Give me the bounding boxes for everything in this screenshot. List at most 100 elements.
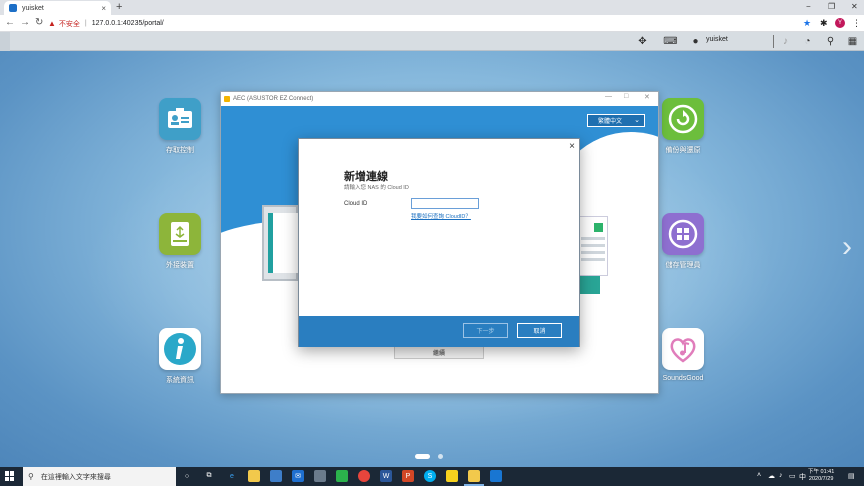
cortana-icon[interactable]: ○ [181, 470, 193, 482]
ime-tray-icon[interactable]: 中 [799, 472, 806, 482]
edge-icon[interactable]: e [226, 470, 238, 482]
line-icon[interactable] [336, 470, 348, 482]
network-tray-icon[interactable]: ☁ [768, 472, 775, 480]
next-button[interactable]: 下一步 [463, 323, 508, 338]
adm-user-icon[interactable]: ● [689, 35, 702, 48]
system-info-icon[interactable] [159, 328, 201, 370]
page-indicator[interactable] [438, 454, 443, 459]
warning-triangle-icon[interactable]: ▲ [48, 19, 56, 28]
soundsgood-icon[interactable] [662, 328, 704, 370]
cloud-id-input[interactable] [411, 198, 479, 209]
add-connection-dialog: × 新增連線 請輸入您 NAS 的 Cloud ID Cloud ID 我要如何… [298, 138, 580, 347]
new-tab-button[interactable]: + [116, 1, 122, 14]
taskbar-search-box[interactable]: ⚲ 在這裡輸入文字來搜尋 [23, 467, 176, 486]
monitor-illustration [262, 205, 302, 281]
windows-start-icon[interactable] [5, 471, 15, 481]
app-label: 存取控制 [166, 147, 194, 154]
find-cloud-id-link[interactable]: 我要如何查詢 CloudID？ [411, 212, 471, 220]
app-access-control[interactable]: 存取控制 [159, 98, 201, 154]
photos-icon[interactable] [490, 470, 502, 482]
aec-maximize-icon[interactable]: □ [624, 93, 628, 100]
dialog-footer: 下一步 取消 [299, 316, 579, 347]
task-view-icon[interactable]: ⧉ [203, 470, 215, 482]
storage-manager-icon[interactable] [662, 213, 704, 255]
clock-date: 2020/7/29 [808, 476, 834, 482]
window-close-button[interactable]: ✕ [851, 1, 858, 13]
app-system-info[interactable]: 系統資訊 [159, 328, 201, 384]
app-storage-manager[interactable]: 儲存管理員 [662, 213, 704, 269]
dialog-title: 新增連線 [344, 171, 388, 183]
tray-expand-icon[interactable]: ˄ [757, 472, 761, 479]
aec-app-icon [224, 96, 230, 102]
app-external-devices[interactable]: 外接裝置 [159, 213, 201, 269]
bookmark-star-icon[interactable]: ★ [803, 17, 811, 29]
aec-minimize-icon[interactable]: — [605, 93, 612, 100]
dialog-subtitle: 請輸入您 NAS 的 Cloud ID [344, 185, 409, 191]
word-icon[interactable]: W [380, 470, 392, 482]
app-label: 系統資訊 [166, 377, 194, 384]
backup-restore-icon[interactable] [662, 98, 704, 140]
cancel-button[interactable]: 取消 [517, 323, 562, 338]
next-page-arrow-icon[interactable]: › [842, 232, 852, 262]
app-label: 外接裝置 [166, 262, 194, 269]
aec-continue-button[interactable]: 繼續 [394, 345, 484, 359]
window-minimize-button[interactable]: − [806, 1, 811, 13]
adm-activity-monitor-icon[interactable]: ◔ [801, 35, 814, 48]
tab-title: yuisket [22, 4, 44, 12]
extensions-icon[interactable]: ✱ [820, 17, 828, 29]
sticky-notes-icon[interactable] [446, 470, 458, 482]
adm-notification-icon[interactable]: ♪ [779, 35, 792, 48]
skype-icon[interactable]: S [424, 470, 436, 482]
address-separator: | [84, 20, 87, 27]
language-select[interactable]: 繁體中文 ⌄ [587, 114, 645, 127]
access-control-icon[interactable] [159, 98, 201, 140]
back-arrow-icon[interactable]: ← [5, 17, 15, 29]
window-restore-button[interactable]: ❐ [828, 1, 835, 13]
file-explorer-icon[interactable] [248, 470, 260, 482]
page-indicator-active[interactable] [415, 454, 430, 459]
browser-menu-icon[interactable]: ⋮ [852, 17, 861, 29]
browser-toolbar: ← → ↻ ▲ 不安全 | 127.0.0.1:40235/portal/ ★ … [0, 15, 864, 32]
reload-icon[interactable]: ↻ [35, 17, 43, 29]
volume-tray-icon[interactable]: ♪ [779, 472, 783, 479]
store-icon[interactable] [270, 470, 282, 482]
adm-taskbar-toggle[interactable] [0, 32, 10, 51]
cloud-id-label: Cloud ID [344, 201, 368, 207]
adm-keyboard-icon[interactable]: ⌨ [663, 35, 677, 48]
aec-window-title: AEC (ASUSTOR EZ Connect) [233, 96, 314, 102]
powerpoint-icon[interactable]: P [402, 470, 414, 482]
profile-avatar-initial: Y [835, 18, 845, 28]
chrome-icon[interactable] [358, 470, 370, 482]
language-value: 繁體中文 [598, 119, 623, 125]
adm-search-icon[interactable]: ⚲ [824, 35, 837, 48]
dialog-close-icon[interactable]: × [569, 141, 575, 152]
display-tray-icon[interactable]: ▭ [789, 472, 796, 480]
aec-close-icon[interactable]: ✕ [644, 93, 650, 101]
chevron-down-icon: ⌄ [634, 117, 640, 124]
forward-arrow-icon[interactable]: → [20, 17, 30, 29]
insecure-label[interactable]: 不安全 [59, 19, 80, 29]
app-soundsgood[interactable]: SoundsGood [662, 328, 704, 382]
windows-taskbar: ⚲ 在這裡輸入文字來搜尋 ○ ⧉ e ✉ W P S ˄ ☁ ♪ ▭ 中 下午 … [0, 467, 864, 486]
tab-favicon-icon [9, 4, 17, 12]
profile-avatar[interactable]: Y [835, 18, 845, 28]
search-icon: ⚲ [28, 472, 34, 481]
adm-top-bar: ✥ ⌨ ● yuisket ♪ ◔ ⚲ ▦ [0, 32, 864, 51]
app-backup-restore[interactable]: 備份與還原 [662, 98, 704, 154]
browser-tabstrip: yuisket × + − ❐ ✕ [0, 0, 864, 15]
url-text[interactable]: 127.0.0.1:40235/portal/ [92, 20, 164, 27]
tab-close-icon[interactable]: × [101, 4, 106, 13]
mail-icon[interactable]: ✉ [292, 470, 304, 482]
aec-titlebar[interactable]: AEC (ASUSTOR EZ Connect) — □ ✕ [221, 92, 658, 106]
aec-taskbar-icon[interactable] [468, 470, 480, 482]
app-icon[interactable] [314, 470, 326, 482]
adm-app-central-icon[interactable]: ▦ [846, 35, 859, 48]
address-bar[interactable]: ▲ 不安全 | 127.0.0.1:40235/portal/ [48, 17, 818, 30]
browser-tab[interactable]: yuisket × [4, 1, 111, 15]
taskbar-clock[interactable]: 下午 01:41 2020/7/29 [808, 469, 834, 483]
adm-username[interactable]: yuisket [706, 36, 728, 43]
notification-center-icon[interactable]: ▤ [848, 472, 855, 480]
adm-divider [773, 35, 774, 48]
adm-network-icon[interactable]: ✥ [636, 35, 649, 48]
external-device-icon[interactable] [159, 213, 201, 255]
